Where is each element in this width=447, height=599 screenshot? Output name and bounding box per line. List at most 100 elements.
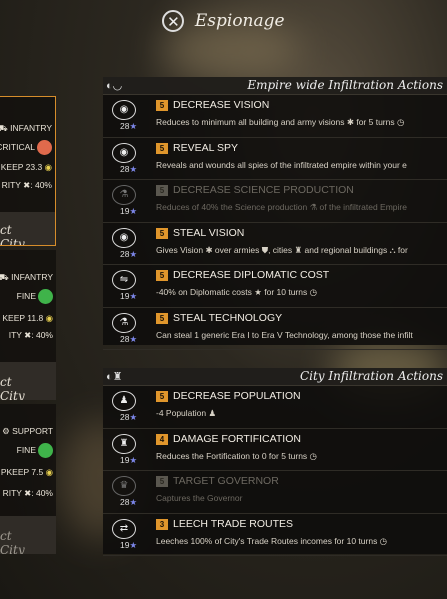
level-badge: 5 — [156, 142, 168, 154]
action-name: LEECH TRADE ROUTES — [173, 517, 293, 530]
action-cost: 28★ — [120, 248, 138, 259]
action-name: STEAL VISION — [173, 226, 245, 239]
heart-icon — [38, 443, 53, 458]
action-row[interactable]: ⇋ 19★ 5 DECREASE DIPLOMATIC COST -40% on Dip… — [103, 265, 447, 308]
probability-row: RITY ✖: 40% — [1, 180, 52, 190]
action-description: Leeches 100% of City's Trade Routes inco… — [156, 535, 388, 546]
action-row[interactable]: ◉ 28★ 5 REVEAL SPY Reveals and wounds all sp… — [103, 138, 447, 180]
action-name: DECREASE SCIENCE PRODUCTION — [173, 184, 354, 196]
action-cost: 19★ — [120, 454, 138, 465]
city-infiltration-panel: ◐♜ City Infiltration Actions ♟ 28★ 5 DECREA… — [103, 368, 447, 556]
action-cost: 19★ — [120, 291, 138, 301]
level-badge: 5 — [156, 185, 168, 196]
empire-infiltration-panel: ◐◡ Empire wide Infiltration Actions ◉ 28★… — [103, 77, 447, 350]
action-row[interactable]: ⇄ 19★ 3 LEECH TRADE ROUTES Leeches 100% of C… — [103, 514, 447, 556]
handshake-icon: ⇋ — [112, 270, 136, 290]
heart-icon — [38, 289, 53, 304]
action-description: Reduces to minimum all building and army… — [156, 117, 405, 127]
level-badge: 4 — [156, 433, 168, 445]
probability-row: RITY ✖: 40% — [2, 488, 53, 498]
action-name: DECREASE VISION — [173, 99, 270, 111]
action-description: -4 Population ♟ — [156, 408, 217, 418]
target-city-label: ct City — [0, 375, 25, 400]
level-badge: 3 — [156, 518, 168, 530]
action-description: Can steal 1 generic Era I to Era V Techn… — [156, 329, 413, 340]
action-description: Captures the Governor — [156, 493, 243, 503]
level-badge: 5 — [156, 312, 168, 324]
army-card-2[interactable]: ⛟ INFANTRY FINE KEEP 11.8 ◉ ITY ✖: 40% c… — [0, 250, 56, 400]
action-name: DECREASE DIPLOMATIC COST — [173, 269, 330, 281]
upkeep-row: KEEP 23.3 ◉ — [0, 162, 52, 172]
action-cost: 28★ — [120, 333, 138, 344]
upkeep-row: PKEEP 7.5 ◉ — [0, 467, 53, 477]
action-row[interactable]: ♜ 19★ 4 DAMAGE FORTIFICATION Reduces the For… — [103, 429, 447, 471]
panel-header: ◐◡ Empire wide Infiltration Actions — [103, 77, 447, 95]
close-icon[interactable]: ✕ — [162, 10, 185, 32]
screen-title: ✕ Espionage — [0, 10, 447, 38]
population-icon: ♟ — [112, 391, 136, 411]
action-row[interactable]: ◉ 28★ 5 STEAL VISION Gives Vision ✱ over arm… — [103, 223, 447, 265]
star-icon: ★ — [129, 121, 138, 131]
army-card-1[interactable]: ⛟ INFANTRY CRITICAL KEEP 23.3 ◉ RITY ✖: … — [0, 96, 56, 246]
star-icon: ★ — [129, 333, 138, 344]
action-description: -40% on Diplomatic costs ★ for 10 turns … — [156, 287, 318, 297]
action-row[interactable]: ⚗ 28★ 5 STEAL TECHNOLOGY Can steal 1 generic… — [103, 308, 447, 350]
eye-icon: ◉ — [112, 100, 136, 120]
eye-icon: ◉ — [112, 227, 136, 248]
level-badge: 5 — [156, 227, 168, 239]
unit-label: ⛟ INFANTRY — [0, 123, 52, 133]
science-icon: ⚗ — [112, 312, 136, 333]
star-icon: ★ — [129, 291, 138, 301]
action-description: Reveals and wounds all spies of the infi… — [156, 159, 407, 170]
status-row: FINE — [17, 443, 53, 458]
star-icon: ★ — [129, 248, 138, 259]
target-city-label: ct City — [0, 529, 25, 554]
panel-header: ◐♜ City Infiltration Actions — [103, 368, 447, 386]
action-cost: 28★ — [120, 497, 138, 507]
action-description: Reduces the Fortification to 0 for 5 tur… — [156, 450, 317, 461]
status-row: CRITICAL — [0, 140, 52, 155]
star-icon: ★ — [129, 497, 138, 507]
army-card-3[interactable]: ⚙ SUPPORT FINE PKEEP 7.5 ◉ RITY ✖: 40% c… — [0, 404, 56, 554]
action-name: STEAL TECHNOLOGY — [173, 311, 283, 324]
star-icon: ★ — [129, 412, 138, 422]
action-name: TARGET GOVERNOR — [173, 475, 279, 487]
action-name: REVEAL SPY — [173, 141, 238, 154]
fortification-icon: ♜ — [112, 433, 136, 454]
star-icon: ★ — [129, 539, 138, 550]
spy-city-icon: ◐♜ — [106, 371, 123, 383]
action-cost: 28★ — [120, 412, 138, 422]
action-row[interactable]: ⚗ 19★ 5 DECREASE SCIENCE PRODUCTION Reduces … — [103, 180, 447, 223]
action-description: Gives Vision ✱ over armies ⛊, cities ♜ a… — [156, 244, 408, 255]
action-cost: 28★ — [120, 163, 138, 174]
level-badge: 5 — [156, 391, 168, 402]
action-cost: 28★ — [120, 121, 138, 131]
title-text: Espionage — [194, 11, 285, 31]
action-description: Reduces of 40% the Science production ⚗ … — [156, 202, 407, 212]
panel-header-label: City Infiltration Actions — [299, 369, 443, 383]
science-icon: ⚗ — [112, 185, 136, 205]
eye-icon: ◉ — [112, 142, 136, 163]
action-row[interactable]: ♟ 28★ 5 DECREASE POPULATION -4 Population ♟ — [103, 386, 447, 429]
action-name: DAMAGE FORTIFICATION — [173, 432, 301, 445]
crown-icon: ♛ — [112, 476, 136, 496]
upkeep-row: KEEP 11.8 ◉ — [2, 313, 53, 323]
unit-label: ⚙ SUPPORT — [2, 426, 53, 436]
probability-row: ITY ✖: 40% — [8, 330, 53, 340]
unit-label: ⛟ INFANTRY — [0, 272, 53, 282]
action-row[interactable]: ♛ 28★ 5 TARGET GOVERNOR Captures the Governo… — [103, 471, 447, 514]
trade-icon: ⇄ — [112, 518, 136, 539]
level-badge: 5 — [156, 476, 168, 487]
action-name: DECREASE POPULATION — [173, 390, 301, 402]
level-badge: 5 — [156, 270, 168, 281]
spy-eye-icon: ◐◡ — [106, 80, 123, 92]
heart-icon — [37, 140, 52, 155]
star-icon: ★ — [129, 163, 138, 174]
target-city-label: ct City — [0, 223, 25, 246]
panel-header-label: Empire wide Infiltration Actions — [247, 78, 443, 92]
star-icon: ★ — [129, 206, 138, 216]
level-badge: 5 — [156, 100, 168, 111]
action-cost: 19★ — [120, 539, 138, 550]
status-row: FINE — [17, 289, 53, 304]
action-row[interactable]: ◉ 28★ 5 DECREASE VISION Reduces to minimum a… — [103, 95, 447, 138]
